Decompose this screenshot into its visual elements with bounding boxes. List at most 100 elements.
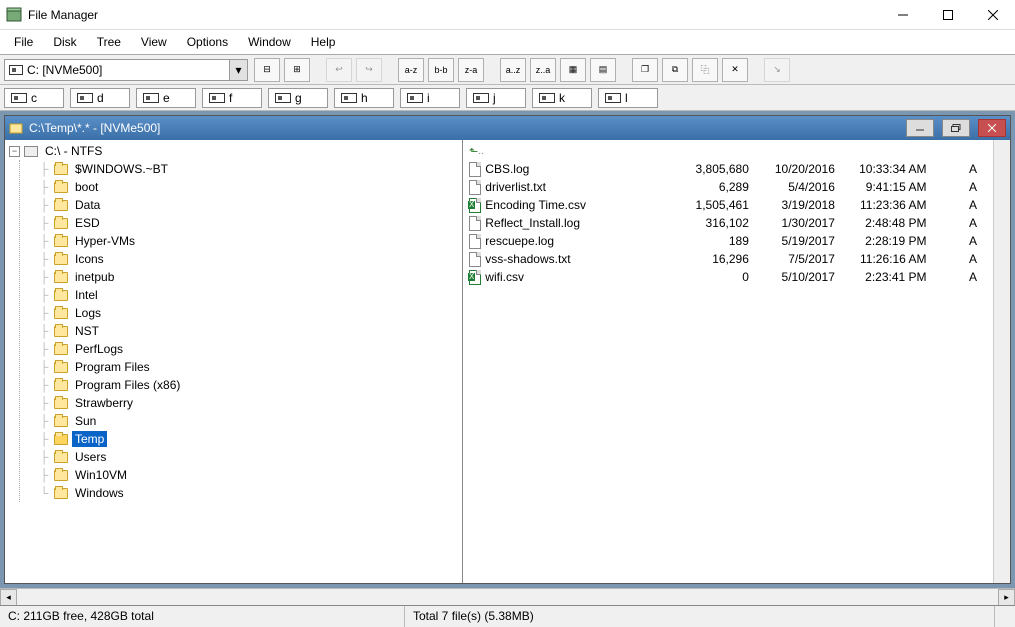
toolbtn-copy[interactable]: ⧉ — [662, 58, 688, 82]
file-row[interactable]: driverlist.txt6,2895/4/20169:41:15 AMA — [463, 178, 993, 196]
drive-tab-k[interactable]: k — [532, 88, 592, 108]
tree-node[interactable]: ├NST — [34, 322, 462, 340]
tree-node[interactable]: ├boot — [34, 178, 462, 196]
file-row[interactable]: rescuepe.log1895/19/20172:28:19 PMA — [463, 232, 993, 250]
toolbtn-view-list[interactable]: ▦ — [560, 58, 586, 82]
drive-tab-label: c — [31, 91, 37, 105]
app-icon — [6, 7, 22, 23]
tree-node[interactable]: ├Icons — [34, 250, 462, 268]
file-size: 1,505,461 — [672, 198, 749, 212]
scroll-right[interactable]: ▸ — [998, 589, 1015, 606]
tree-node[interactable]: ├Program Files (x86) — [34, 376, 462, 394]
menu-tree[interactable]: Tree — [87, 31, 131, 53]
tree-node[interactable]: ├PerfLogs — [34, 340, 462, 358]
file-attr: A — [927, 252, 993, 266]
menu-options[interactable]: Options — [177, 31, 238, 53]
file-row[interactable]: wifi.csv05/10/20172:23:41 PMA — [463, 268, 993, 286]
toolbtn-sort-size[interactable]: z-a — [458, 58, 484, 82]
tree-node[interactable]: ├Program Files — [34, 358, 462, 376]
toolbtn-sort-name[interactable]: a-z — [398, 58, 424, 82]
tree-node[interactable]: ├Win10VM — [34, 466, 462, 484]
file-date: 1/30/2017 — [749, 216, 835, 230]
drive-tab-e[interactable]: e — [136, 88, 196, 108]
disk-icon — [77, 93, 93, 103]
horizontal-scrollbar[interactable]: ◂ ▸ — [0, 588, 1015, 605]
tree-node-label: Data — [72, 197, 103, 213]
window-close[interactable] — [970, 0, 1015, 30]
tree-node[interactable]: ├Users — [34, 448, 462, 466]
drive-selector[interactable]: C: [NVMe500] ▾ — [4, 59, 248, 81]
drive-tab-label: g — [295, 91, 302, 105]
scroll-left[interactable]: ◂ — [0, 589, 17, 606]
tree-node[interactable]: ├inetpub — [34, 268, 462, 286]
folder-window: C:\Temp\*.* - [NVMe500] − C:\ - NTFS ├$W… — [4, 115, 1011, 584]
menu-view[interactable]: View — [131, 31, 177, 53]
drive-tab-label: d — [97, 91, 104, 105]
tree-root-node[interactable]: − C:\ - NTFS — [9, 142, 462, 160]
child-minimize[interactable] — [906, 119, 934, 137]
drive-tab-i[interactable]: i — [400, 88, 460, 108]
child-restore[interactable] — [942, 119, 970, 137]
tree-node[interactable]: ├Hyper-VMs — [34, 232, 462, 250]
drive-selector-label: C: [NVMe500] — [27, 63, 102, 77]
window-minimize[interactable] — [880, 0, 925, 30]
status-files: Total 7 file(s) (5.38MB) — [405, 606, 995, 627]
resize-grip[interactable] — [995, 606, 1015, 627]
vertical-scrollbar[interactable] — [993, 140, 1010, 583]
menu-help[interactable]: Help — [301, 31, 346, 53]
menu-disk[interactable]: Disk — [43, 31, 86, 53]
drive-tab-j[interactable]: j — [466, 88, 526, 108]
file-attr: A — [927, 198, 993, 212]
toolbtn-view-details[interactable]: ▤ — [590, 58, 616, 82]
toolbtn-copy-path[interactable]: ⿻ — [692, 58, 718, 82]
folder-icon — [54, 434, 68, 445]
folder-icon — [54, 182, 68, 193]
drive-tab-l[interactable]: l — [598, 88, 658, 108]
toolbtn-sort-ztoa[interactable]: z..a — [530, 58, 556, 82]
disk-icon — [407, 93, 423, 103]
tree-pane[interactable]: − C:\ - NTFS ├$WINDOWS.~BT├boot├Data├ESD… — [5, 140, 463, 583]
up-directory[interactable]: ⬑ .. — [463, 142, 993, 160]
child-close[interactable] — [978, 119, 1006, 137]
toolbtn-sort-type[interactable]: b-b — [428, 58, 454, 82]
titlebar: File Manager — [0, 0, 1015, 30]
drive-tab-f[interactable]: f — [202, 88, 262, 108]
toolbtn-delete[interactable]: ✕ — [722, 58, 748, 82]
tree-node[interactable]: ├ESD — [34, 214, 462, 232]
file-row[interactable]: vss-shadows.txt16,2967/5/201711:26:16 AM… — [463, 250, 993, 268]
file-row[interactable]: Encoding Time.csv1,505,4613/19/201811:23… — [463, 196, 993, 214]
tree-node[interactable]: ├$WINDOWS.~BT — [34, 160, 462, 178]
file-row[interactable]: CBS.log3,805,68010/20/201610:33:34 AMA — [463, 160, 993, 178]
tree-node[interactable]: ├Strawberry — [34, 394, 462, 412]
drive-tab-d[interactable]: d — [70, 88, 130, 108]
tree-node[interactable]: ├Temp — [34, 430, 462, 448]
tree-node[interactable]: └Windows — [34, 484, 462, 502]
drive-tab-h[interactable]: h — [334, 88, 394, 108]
drive-tab-g[interactable]: g — [268, 88, 328, 108]
file-date: 7/5/2017 — [749, 252, 835, 266]
tree-node[interactable]: ├Logs — [34, 304, 462, 322]
tree-node[interactable]: ├Intel — [34, 286, 462, 304]
file-row[interactable]: Reflect_Install.log316,1021/30/20172:48:… — [463, 214, 993, 232]
toolbtn-new-window[interactable]: ❐ — [632, 58, 658, 82]
folder-window-titlebar[interactable]: C:\Temp\*.* - [NVMe500] — [5, 116, 1010, 140]
toolbtn-tree-expand[interactable]: ⊞ — [284, 58, 310, 82]
menu-file[interactable]: File — [4, 31, 43, 53]
file-list-pane[interactable]: ⬑ .. CBS.log3,805,68010/20/201610:33:34 … — [463, 140, 993, 583]
folder-icon — [54, 362, 68, 373]
file-name: Reflect_Install.log — [485, 216, 672, 230]
window-maximize[interactable] — [925, 0, 970, 30]
mdi-area: C:\Temp\*.* - [NVMe500] − C:\ - NTFS ├$W… — [0, 111, 1015, 588]
minus-icon[interactable]: − — [9, 146, 20, 157]
toolbtn-sort-atoz[interactable]: a..z — [500, 58, 526, 82]
drive-tab-c[interactable]: c — [4, 88, 64, 108]
tree-node[interactable]: ├Sun — [34, 412, 462, 430]
tree-node[interactable]: ├Data — [34, 196, 462, 214]
menu-window[interactable]: Window — [238, 31, 301, 53]
tree-node-label: Program Files — [72, 359, 153, 375]
toolbtn-tree-collapse[interactable]: ⊟ — [254, 58, 280, 82]
tree-node-label: Win10VM — [72, 467, 130, 483]
drive-selector-dropdown[interactable]: ▾ — [229, 60, 247, 80]
disk-icon — [209, 93, 225, 103]
text-file-icon — [469, 162, 481, 177]
